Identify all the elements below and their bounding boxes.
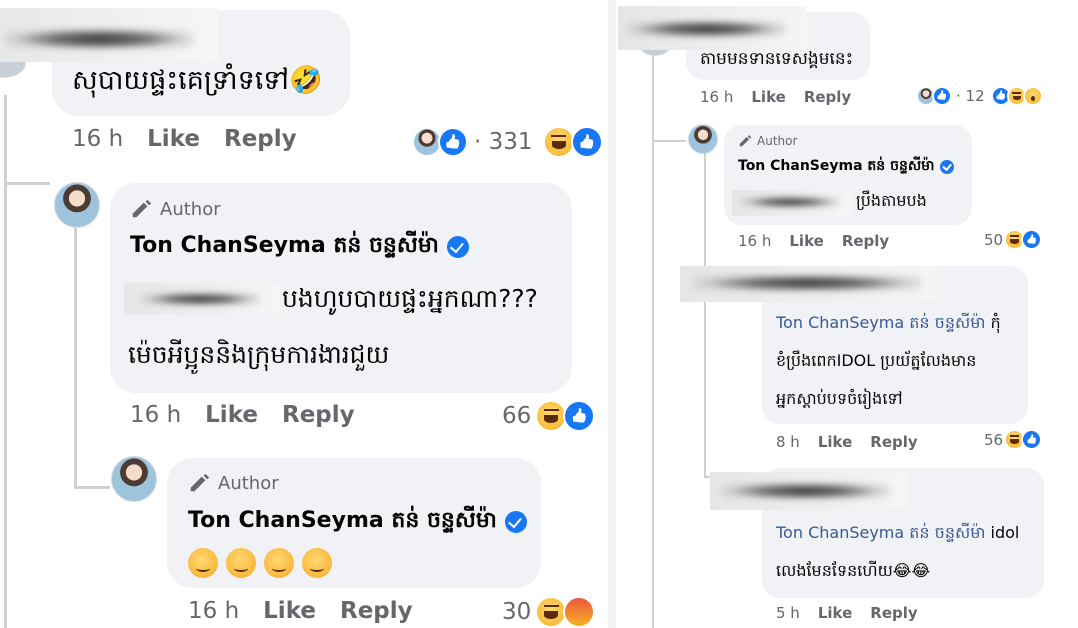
thread-line [74,228,77,488]
like-button[interactable]: Like [789,232,823,250]
thread-line [4,182,50,185]
comment-text: អ្នកស្តាប់បទចំរៀងទៅ [776,389,903,408]
author-tag: Author [188,472,279,494]
mention-link[interactable]: Ton ChanSeyma តន់ ចន្ទសីម៉ា [776,523,985,542]
reply-button[interactable]: Reply [804,88,851,106]
timestamp: 16 h [700,88,734,106]
like-reaction-icon [1021,229,1043,250]
comment-actions: 16 h Like Reply [738,232,889,250]
wink-emoji [302,548,332,578]
comment-text: សុបាយផ្ទះគេទ្រាំទទៅ🤣 [72,65,323,96]
comment-actions: 16 h Like Reply [130,402,355,428]
redacted-name-blur [692,274,922,292]
comment-text: ប្រឹងតាមបង [856,191,927,210]
timestamp: 16 h [130,402,182,428]
reply-button[interactable]: Reply [870,433,917,451]
wink-emoji [188,548,218,578]
comment-actions: 16 h Like Reply [72,126,297,152]
like-reaction-icon [563,400,596,432]
like-reaction-icon [438,127,468,157]
reply-button[interactable]: Reply [340,598,413,624]
reaction-summary[interactable]: 66 [502,400,596,432]
like-button[interactable]: Like [818,433,852,451]
author-tag: Author [738,134,797,148]
like-button[interactable]: Like [818,604,852,622]
pencil-icon [132,199,152,218]
timestamp: 16 h [738,232,772,250]
reaction-count: 30 [502,599,532,625]
wink-emoji [226,548,256,578]
author-avatar[interactable] [111,456,157,502]
angry-reaction-icon [563,596,596,628]
thread-line [4,185,7,628]
verified-badge-icon [446,236,469,258]
redacted-name-blur [626,20,786,38]
redacted-name-blur [4,28,194,50]
reaction-summary[interactable]: 56 [984,429,1043,450]
reaction-count: 66 [502,403,532,429]
author-name[interactable]: Ton ChanSeyma តន់ ចន្ទសីម៉ា [738,156,954,177]
redacted-mention-blur [740,196,840,208]
comment-actions: 16 h Like Reply [700,88,851,106]
reply-button[interactable]: Reply [870,604,917,622]
reaction-count: 56 [984,430,1004,449]
haha-reaction-icon [542,126,575,158]
redacted-name-blur [720,482,890,500]
like-reaction-icon [570,126,603,158]
comment-actions: 16 h Like Reply [188,598,413,624]
left-screenshot-panel: សុបាយផ្ទះគេទ្រាំទទៅ🤣 16 h Like Reply · 3… [0,0,608,628]
author-name[interactable]: Ton ChanSeyma តន់ ចន្ទសីម៉ា [130,231,469,263]
like-button[interactable]: Like [263,598,316,624]
reaction-count: · 12 [956,87,985,105]
thread-line [652,140,686,142]
like-button[interactable]: Like [147,126,200,152]
thread-line [4,95,7,185]
comment-actions: 5 h Like Reply [776,604,918,622]
reaction-summary[interactable]: 30 [502,596,596,628]
comment-text: Ton ChanSeyma តន់ ចន្ទសីម៉ា កុំ [776,313,1001,332]
reaction-summary[interactable]: · 12 [916,86,1043,106]
pencil-icon [739,135,752,147]
panel-divider [608,0,616,628]
author-avatar[interactable] [688,124,718,154]
like-button[interactable]: Like [751,88,785,106]
verified-badge-icon [504,511,527,533]
thread-line [704,148,706,478]
comment-actions: 8 h Like Reply [776,433,918,451]
mention-link[interactable]: Ton ChanSeyma តន់ ចន្ទសីម៉ា [776,313,985,332]
reaction-count: · 331 [474,129,533,155]
redacted-mention-blur [140,292,260,306]
like-reaction-icon [932,86,952,106]
wink-emoji [264,548,294,578]
comment-text: Ton ChanSeyma តន់ ចន្ទសីម៉ា idol [776,523,1020,542]
reaction-summary[interactable]: · 331 [412,126,603,158]
timestamp: 16 h [72,126,124,152]
timestamp: 5 h [776,604,800,622]
reaction-count: 50 [984,230,1004,249]
thread-line [74,486,110,489]
comment-text: ម៉េចអីប្អូននិងក្រុមការងារជួយ [128,340,390,369]
right-screenshot-panel: តាមមនទានទេសង្គមនេះ 16 h Like Reply · 12 … [616,0,1078,628]
comment-text: លេងមែនទែនហើយ😂😂 [776,561,931,580]
reaction-summary[interactable]: 50 [984,229,1043,250]
reply-button[interactable]: Reply [842,232,889,250]
like-reaction-icon [1021,429,1043,450]
author-name[interactable]: Ton ChanSeyma តន់ ចន្ទសីម៉ា [188,506,527,538]
like-button[interactable]: Like [205,402,258,428]
timestamp: 8 h [776,433,800,451]
wow-reaction-icon [1022,86,1043,106]
reply-button[interactable]: Reply [282,402,355,428]
timestamp: 16 h [188,598,240,624]
reply-button[interactable]: Reply [224,126,297,152]
verified-badge-icon [939,159,954,174]
comment-text: ខំប្រឹងពេកIDOL ប្រយ័ត្នលែងមាន [776,351,977,370]
author-avatar[interactable] [54,182,100,228]
author-tag: Author [130,198,221,220]
emoji-row [188,548,332,578]
comment-text: បងហូបបាយផ្ទះអ្នកណា??? [282,284,538,313]
pencil-icon [190,473,210,492]
comment-text: តាមមនទានទេសង្គមនេះ [700,49,854,69]
